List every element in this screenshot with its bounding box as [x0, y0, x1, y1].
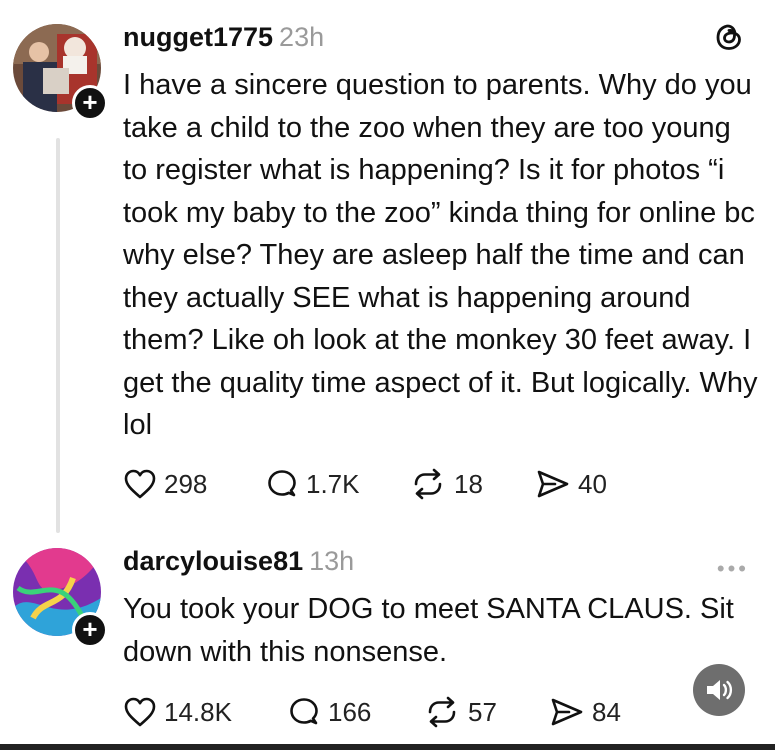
reply-button[interactable]: 166 [287, 696, 371, 728]
share-button[interactable]: 84 [549, 696, 621, 728]
repost-icon [428, 696, 456, 728]
share-count: 84 [592, 696, 621, 727]
like-count: 14.8K [164, 696, 232, 727]
heart-icon [124, 469, 156, 499]
follow-plus-icon[interactable]: + [72, 85, 108, 121]
share-button[interactable]: 40 [535, 468, 607, 500]
like-button[interactable]: 14.8K [123, 696, 232, 728]
reply-count: 166 [328, 696, 372, 727]
reply-button[interactable]: 1.7K [265, 468, 360, 500]
heart-icon [124, 697, 156, 727]
comment-icon [290, 698, 318, 725]
share-count: 40 [578, 468, 607, 499]
username[interactable]: nugget1775 [123, 22, 273, 52]
post-text: I have a sincere question to parents. Wh… [123, 69, 758, 441]
threads-logo-icon [715, 22, 743, 57]
send-icon [551, 698, 583, 726]
bottom-bar [0, 744, 775, 750]
more-icon[interactable]: ••• [717, 556, 749, 582]
timestamp: 23h [279, 22, 325, 52]
speaker-icon [707, 680, 733, 700]
repost-button[interactable]: 18 [409, 468, 483, 500]
comment-icon [268, 470, 296, 497]
post-text: You took your DOG to meet SANTA CLAUS. S… [123, 593, 734, 668]
repost-count: 18 [454, 468, 483, 499]
repost-count: 57 [468, 696, 497, 727]
like-button[interactable]: 298 [123, 468, 207, 500]
repost-button[interactable]: 57 [423, 696, 497, 728]
follow-plus-icon[interactable]: + [72, 612, 108, 648]
username[interactable]: darcylouise81 [123, 546, 303, 576]
reply-count: 1.7K [306, 468, 360, 499]
sound-button[interactable] [693, 664, 745, 716]
post-header: nugget1775 23h [123, 22, 324, 53]
thread-line [56, 138, 60, 533]
timestamp: 13h [309, 546, 355, 576]
like-count: 298 [164, 468, 208, 499]
post-header: darcylouise81 13h [123, 546, 354, 577]
send-icon [537, 470, 569, 498]
repost-icon [414, 468, 442, 500]
